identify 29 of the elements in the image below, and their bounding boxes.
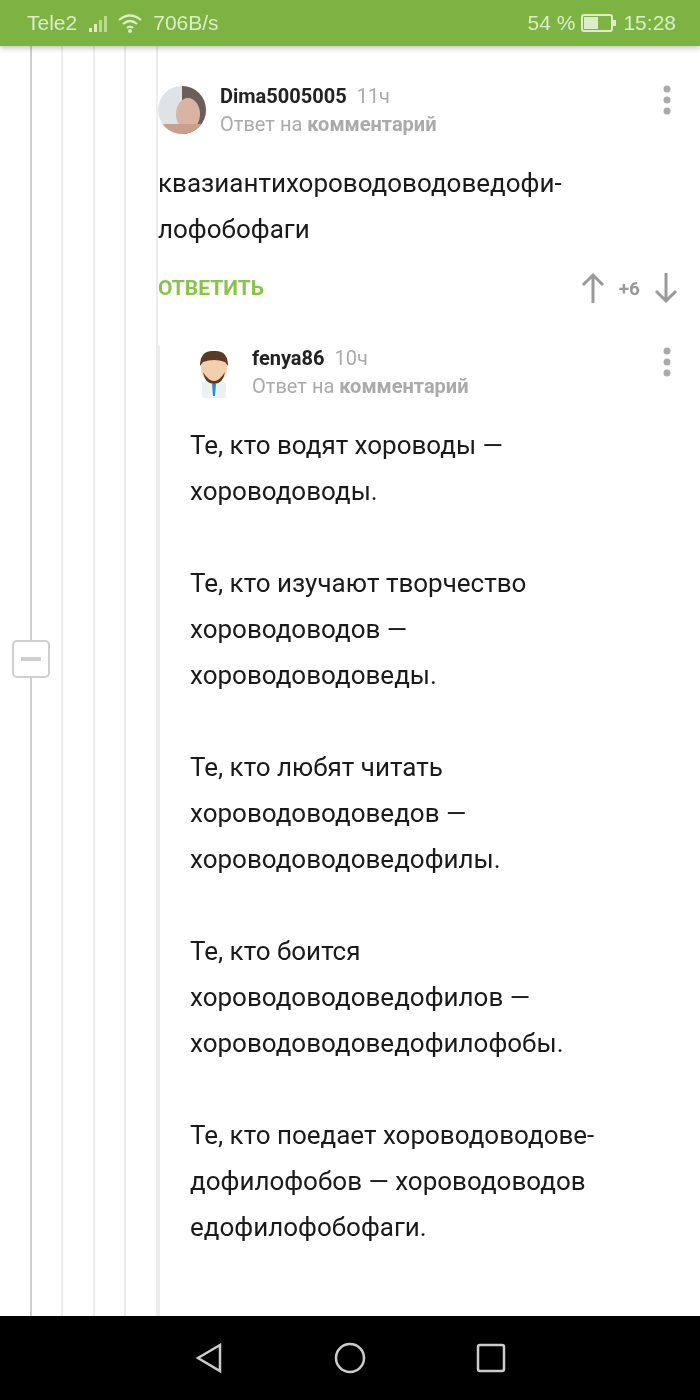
- more-icon[interactable]: [662, 346, 672, 378]
- comment-time: 11ч: [356, 84, 390, 108]
- comment-paragraph: Те, кто изучают творчество хороводоводов — хороводоводоведы.: [190, 567, 528, 692]
- comment-paragraph: Те, кто боится хороводоводоведофилов — хороводоводоведофилофобы.: [190, 935, 565, 1060]
- wifi-icon: [117, 13, 144, 33]
- home-icon[interactable]: [334, 1342, 366, 1374]
- minus-icon: [21, 657, 41, 661]
- network-speed: 706B/s: [153, 11, 219, 35]
- upvote-icon[interactable]: [580, 272, 605, 304]
- back-icon[interactable]: [194, 1342, 224, 1374]
- downvote-icon[interactable]: [654, 272, 678, 304]
- comment-paragraph: Те, кто поедает хороводоводове- дофилофобов — хороводоводов едофилофобофаги.: [190, 1119, 596, 1244]
- comment-paragraph: Те, кто любят читать хороводоводоведов — хороводоводоведофилы.: [190, 751, 502, 876]
- comment-time: 10ч: [334, 346, 368, 370]
- author-name[interactable]: fenya86: [252, 346, 325, 370]
- rating: +6: [618, 276, 640, 300]
- more-icon[interactable]: [662, 84, 672, 116]
- comment-paragraph: квазиантихороводоводоведофи- лофобофаги: [158, 167, 563, 246]
- carrier-text: Tele2: [27, 11, 78, 35]
- battery-icon: [581, 14, 618, 32]
- clock-time: 15:28: [623, 11, 676, 35]
- reply-to-text: Ответ на комментарий: [252, 374, 470, 398]
- battery-percent: 54 %: [527, 11, 576, 35]
- author-name[interactable]: Dima5005005: [220, 84, 347, 108]
- collapse-button[interactable]: [12, 640, 50, 678]
- comment-paragraph: Те, кто водят хороводы — хороводоводы.: [190, 429, 504, 508]
- reply-to-text: Ответ на комментарий: [220, 112, 438, 136]
- recents-icon[interactable]: [476, 1343, 506, 1373]
- avatar-icon: [158, 86, 206, 134]
